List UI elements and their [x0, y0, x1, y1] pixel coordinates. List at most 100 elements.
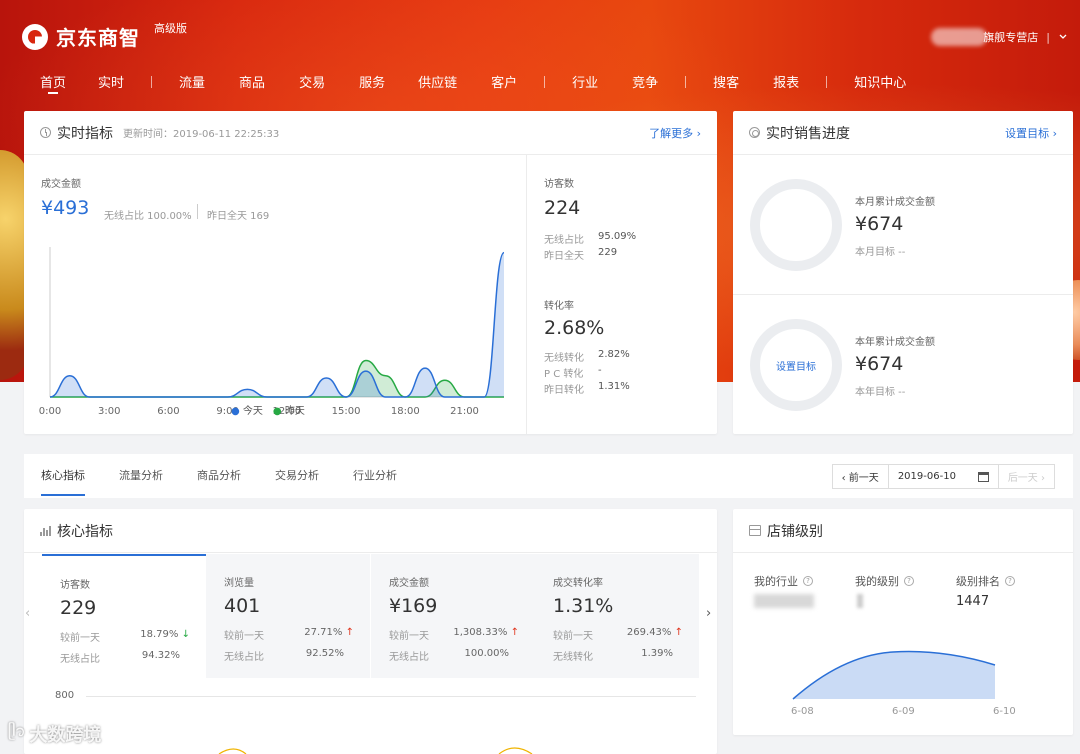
- visitors-yesterday-label: 昨日全天: [544, 251, 584, 262]
- rank-value: 1447: [956, 594, 990, 609]
- tile-compare-value: 269.43% ↑: [626, 627, 683, 638]
- gmv-value: ¥493: [41, 197, 90, 219]
- tile-compare-value: 18.79% ↓: [140, 629, 190, 640]
- realtime-chart: 0:00 3:00 6:00 9:00 12:00 15:00 18:00 21:00: [39, 247, 505, 417]
- watermark-text: 大数跨境: [29, 724, 102, 746]
- ring-set-target-button[interactable]: 设置目标: [776, 358, 816, 373]
- tab-transaction-analysis[interactable]: 交易分析: [275, 454, 319, 498]
- tile-compare-row: 较前一天 269.43% ↑: [553, 627, 683, 642]
- wireless-conversion-label: 无线转化: [544, 353, 584, 364]
- pc-conversion-value: -: [598, 365, 602, 376]
- card-title: 核心指标: [57, 523, 113, 540]
- nav-item-search[interactable]: 搜客: [713, 72, 739, 91]
- tile-value: 401: [224, 595, 261, 617]
- help-icon[interactable]: ?: [803, 576, 813, 586]
- nav-item-customers[interactable]: 客户: [491, 72, 517, 91]
- conversion-value: 2.68%: [544, 317, 605, 339]
- nav-item-home[interactable]: 首页: [40, 72, 66, 94]
- main-nav: 首页 实时 流量 商品 交易 服务 供应链 客户 行业 竞争 搜客 报表 知识中…: [40, 72, 906, 94]
- next-day-button[interactable]: 后一天 ›: [999, 465, 1054, 488]
- wireless-conversion-value: 2.82%: [598, 349, 630, 360]
- legend-today[interactable]: ● 今天: [231, 402, 263, 417]
- tile-share-value: 100.00%: [464, 648, 510, 659]
- tab-product-analysis[interactable]: 商品分析: [197, 454, 241, 498]
- series-line-today[interactable]: [49, 251, 505, 398]
- card-title: 店铺级别: [767, 523, 823, 540]
- gmv-panel: 成交金额 ¥493 无线占比 100.00% 昨日全天 169 0:00 3:00…: [24, 155, 527, 434]
- date-field[interactable]: 2019-06-10: [889, 465, 999, 488]
- industry-label: 我的行业: [754, 575, 798, 588]
- watermark-logo-icon: ᥫ᭡: [8, 722, 26, 740]
- year-target: 本年目标 --: [855, 387, 906, 398]
- nav-item-realtime[interactable]: 实时: [98, 72, 124, 91]
- nav-item-products[interactable]: 商品: [239, 72, 265, 91]
- card-title-wrap: 实时指标: [40, 123, 113, 143]
- stat-divider: [197, 204, 198, 219]
- metric-tile-gmv[interactable]: 成交金额 ¥169 较前一天 1,308.33% ↑ 无线占比 100.00%: [371, 554, 535, 678]
- help-icon[interactable]: ?: [904, 576, 914, 586]
- nav-item-industry[interactable]: 行业: [572, 72, 598, 91]
- x-tick-label: 21:00: [450, 406, 479, 417]
- nav-item-transactions[interactable]: 交易: [299, 72, 325, 91]
- tile-label: 成交转化率: [553, 578, 603, 589]
- nav-item-service[interactable]: 服务: [359, 72, 385, 91]
- tiles-next-arrow[interactable]: ›: [706, 606, 711, 621]
- chevron-down-icon[interactable]: [1058, 32, 1068, 42]
- year-progress-ring[interactable]: 设置目标: [750, 319, 842, 411]
- brand-logo[interactable]: 京东商智: [22, 22, 140, 51]
- tile-compare-label: 较前一天: [60, 633, 100, 644]
- nav-item-supply-chain[interactable]: 供应链: [418, 72, 457, 91]
- shop-switcher[interactable]: 旗舰专营店 |: [931, 28, 1068, 46]
- month-target: 本月目标 --: [855, 247, 906, 258]
- nav-item-knowledge[interactable]: 知识中心: [854, 72, 906, 91]
- metric-tile-visitors[interactable]: 访客数 229 较前一天 18.79% ↓ 无线占比 94.32%: [42, 554, 206, 678]
- learn-more-link[interactable]: 了解更多 ›: [649, 125, 701, 141]
- pc-conversion-label: P C 转化: [544, 369, 584, 380]
- legend-yesterday[interactable]: ● 昨天: [273, 402, 305, 417]
- nav-item-competition[interactable]: 竞争: [632, 72, 658, 91]
- tiles-prev-arrow[interactable]: ‹: [25, 606, 30, 621]
- month-progress-ring: [750, 179, 842, 271]
- nav-divider: [544, 75, 546, 88]
- prev-day-button[interactable]: ‹ 前一天: [833, 465, 889, 488]
- x-tick-label: 0:00: [39, 406, 61, 417]
- tab-industry-analysis[interactable]: 行业分析: [353, 454, 397, 498]
- card-header: 实时指标 更新时间：2019-06-11 22:25:33 了解更多 ›: [24, 111, 717, 155]
- metric-tile-conversion-rate[interactable]: 成交转化率 1.31% 较前一天 269.43% ↑ 无线转化 1.39%: [535, 554, 699, 678]
- trend-date-label: 6-08: [791, 706, 814, 717]
- series-area-today: [50, 252, 504, 397]
- date-value: 2019-06-10: [897, 471, 956, 482]
- watermark: ᥫ᭡ 大数跨境: [8, 720, 101, 747]
- visitors-label: 访客数: [544, 179, 574, 190]
- card-title: 实时指标: [57, 125, 113, 142]
- help-icon[interactable]: ?: [1005, 576, 1015, 586]
- year-gmv-label: 本年累计成交金额: [855, 337, 935, 348]
- tile-label: 访客数: [60, 580, 90, 591]
- trend-date-label: 6-10: [993, 706, 1016, 717]
- nav-item-traffic[interactable]: 流量: [179, 72, 205, 91]
- visitors-yesterday-value: 229: [598, 247, 618, 258]
- brand-name: 京东商智: [56, 26, 140, 50]
- nav-item-reports[interactable]: 报表: [773, 72, 799, 91]
- card-header: 核心指标: [24, 509, 717, 553]
- tile-share-row: 无线占比 92.52%: [224, 648, 354, 663]
- card-title-wrap: 店铺级别: [749, 521, 823, 541]
- tile-share-row: 无线占比 100.00%: [389, 648, 519, 663]
- year-gmv-value: ¥674: [855, 353, 904, 375]
- tile-compare-label: 较前一天: [389, 631, 429, 642]
- clock-icon: [40, 127, 51, 138]
- calendar-icon[interactable]: [977, 471, 989, 482]
- tile-compare-label: 较前一天: [224, 631, 264, 642]
- tab-core-metrics[interactable]: 核心指标: [41, 454, 85, 498]
- tile-share-label: 无线占比: [389, 652, 429, 663]
- tab-traffic-analysis[interactable]: 流量分析: [119, 454, 163, 498]
- x-tick-label: 18:00: [391, 406, 420, 417]
- visitors-wireless-share-value: 95.09%: [598, 231, 637, 242]
- card-header: 实时销售进度 设置目标 ›: [733, 111, 1073, 155]
- x-tick-label: 15:00: [332, 406, 361, 417]
- arrow-up-icon: ↑: [674, 627, 683, 638]
- set-target-link[interactable]: 设置目标 ›: [1005, 125, 1057, 141]
- metric-tile-pageviews[interactable]: 浏览量 401 较前一天 27.71% ↑ 无线占比 92.52%: [206, 554, 370, 678]
- rank-label: 级别排名: [956, 575, 1000, 588]
- level-value-redacted: [857, 594, 863, 608]
